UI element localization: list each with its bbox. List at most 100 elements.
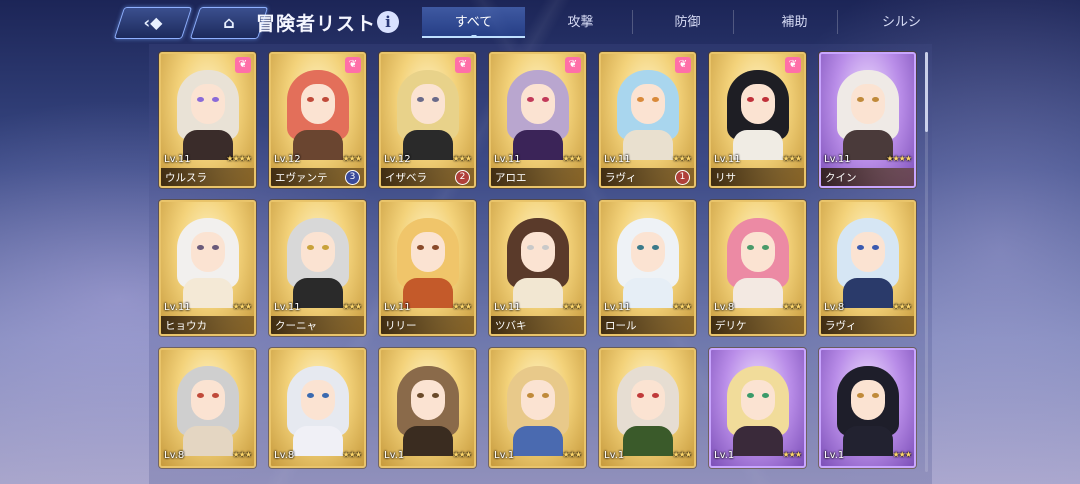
adventurer-card[interactable]: Lv.1 ★★★ bbox=[709, 348, 806, 468]
adventurer-card[interactable]: Lv.1 ★★★ bbox=[379, 348, 476, 468]
level-label: Lv.1 bbox=[604, 450, 625, 461]
paw-icon: ❦ bbox=[235, 57, 251, 73]
portrait-face bbox=[410, 380, 445, 420]
level-label: Lv.11 bbox=[714, 154, 741, 165]
rarity-stars: ★★★ bbox=[232, 302, 251, 311]
adventurer-card[interactable]: Lv.1 ★★★ bbox=[489, 348, 586, 468]
adventurer-card[interactable]: ❦ Lv.11 ★★★★ ウルスラ bbox=[159, 52, 256, 188]
portrait-eye bbox=[871, 97, 879, 102]
character-name: ラヴィ bbox=[605, 172, 637, 184]
adventurer-card[interactable]: Lv.11 ★★★ ロール bbox=[599, 200, 696, 336]
character-portrait bbox=[286, 70, 349, 160]
level-label: Lv.8 bbox=[824, 302, 845, 313]
portrait-eye bbox=[871, 245, 879, 250]
tab-shirushi[interactable]: シルシ bbox=[850, 7, 953, 38]
level-row: Lv.11 ★★★ bbox=[491, 302, 584, 316]
level-row: Lv.12 ★★★ bbox=[271, 154, 364, 168]
character-portrait bbox=[286, 366, 349, 456]
tab-divider bbox=[733, 10, 734, 34]
scrollbar-thumb[interactable] bbox=[925, 52, 928, 132]
adventurer-card[interactable]: ❦ Lv.12 ★★★ イザベラ 2 bbox=[379, 52, 476, 188]
rarity-stars: ★★★ bbox=[892, 450, 911, 459]
portrait-eye bbox=[761, 245, 769, 250]
adventurer-card[interactable]: ❦ Lv.11 ★★★ リサ bbox=[709, 52, 806, 188]
portrait-eye bbox=[321, 245, 329, 250]
count-badge: 3 bbox=[345, 170, 360, 185]
back-button[interactable]: ‹◆ bbox=[113, 7, 193, 39]
adventurer-card[interactable]: Lv.8 ★★★ bbox=[159, 348, 256, 468]
portrait-face bbox=[190, 232, 225, 272]
adventurer-card[interactable]: ❦ Lv.12 ★★★ エヴァンテ 3 bbox=[269, 52, 366, 188]
rarity-stars: ★★★ bbox=[672, 302, 691, 311]
portrait-eye bbox=[416, 245, 424, 250]
portrait-eye bbox=[431, 97, 439, 102]
level-row: Lv.11 ★★★★ bbox=[821, 154, 914, 168]
level-row: Lv.11 ★★★ bbox=[381, 302, 474, 316]
level-label: Lv.11 bbox=[274, 302, 301, 313]
character-name: ラヴィ bbox=[825, 320, 857, 332]
scrollbar[interactable] bbox=[925, 52, 928, 472]
character-name: クイン bbox=[825, 172, 857, 184]
level-row: Lv.11 ★★★ bbox=[601, 154, 694, 168]
tab-all[interactable]: すべて bbox=[422, 7, 525, 38]
adventurer-card[interactable]: Lv.8 ★★★ bbox=[269, 348, 366, 468]
character-name: ウルスラ bbox=[165, 172, 207, 184]
character-name: イザベラ bbox=[385, 172, 427, 184]
level-label: Lv.8 bbox=[164, 450, 185, 461]
level-label: Lv.11 bbox=[604, 154, 631, 165]
portrait-eye bbox=[306, 97, 314, 102]
adventurer-card[interactable]: Lv.8 ★★★ ラヴィ bbox=[819, 200, 916, 336]
count-badge: 1 bbox=[675, 170, 690, 185]
portrait-face bbox=[190, 380, 225, 420]
rarity-stars: ★★★ bbox=[232, 450, 251, 459]
adventurer-card[interactable]: Lv.11 ★★★★ クイン bbox=[819, 52, 916, 188]
level-label: Lv.11 bbox=[164, 154, 191, 165]
adventurer-card[interactable]: Lv.11 ★★★ クーニャ bbox=[269, 200, 366, 336]
adventurer-card[interactable]: Lv.11 ★★★ ツバキ bbox=[489, 200, 586, 336]
adventurer-card[interactable]: Lv.1 ★★★ bbox=[819, 348, 916, 468]
home-icon: ⌂ bbox=[223, 13, 235, 32]
adventurer-card[interactable]: ❦ Lv.11 ★★★ アロエ bbox=[489, 52, 586, 188]
rarity-stars: ★★★ bbox=[452, 450, 471, 459]
tab-defense[interactable]: 防御 bbox=[636, 7, 739, 38]
portrait-eye bbox=[856, 245, 864, 250]
portrait-eye bbox=[211, 393, 219, 398]
portrait-eye bbox=[636, 97, 644, 102]
character-portrait bbox=[176, 70, 239, 160]
adventurer-card[interactable]: ❦ Lv.11 ★★★ ラヴィ 1 bbox=[599, 52, 696, 188]
adventurer-card[interactable]: Lv.11 ★★★ リリー bbox=[379, 200, 476, 336]
tab-divider bbox=[632, 10, 633, 34]
character-portrait bbox=[286, 218, 349, 308]
portrait-eye bbox=[541, 97, 549, 102]
portrait-eye bbox=[541, 245, 549, 250]
portrait-face bbox=[630, 84, 665, 124]
level-row: Lv.8 ★★★ bbox=[711, 302, 804, 316]
level-row: Lv.8 ★★★ bbox=[821, 302, 914, 316]
info-button[interactable]: i bbox=[377, 11, 399, 33]
portrait-face bbox=[850, 380, 885, 420]
portrait-face bbox=[520, 380, 555, 420]
level-row: Lv.11 ★★★ bbox=[161, 302, 254, 316]
name-bar: ラヴィ bbox=[821, 316, 914, 334]
tab-attack[interactable]: 攻撃 bbox=[529, 7, 632, 38]
portrait-face bbox=[740, 84, 775, 124]
portrait-eye bbox=[526, 97, 534, 102]
character-portrait bbox=[176, 366, 239, 456]
adventurer-card[interactable]: Lv.8 ★★★ デリケ bbox=[709, 200, 806, 336]
portrait-eye bbox=[651, 393, 659, 398]
level-row: Lv.11 ★★★ bbox=[601, 302, 694, 316]
paw-icon: ❦ bbox=[565, 57, 581, 73]
name-bar: ツバキ bbox=[491, 316, 584, 334]
level-label: Lv.11 bbox=[384, 302, 411, 313]
rarity-stars: ★★★ bbox=[562, 450, 581, 459]
portrait-face bbox=[740, 232, 775, 272]
adventurer-card[interactable]: Lv.1 ★★★ bbox=[599, 348, 696, 468]
portrait-eye bbox=[856, 393, 864, 398]
portrait-eye bbox=[636, 393, 644, 398]
portrait-face bbox=[190, 84, 225, 124]
portrait-eye bbox=[416, 393, 424, 398]
portrait-face bbox=[300, 84, 335, 124]
level-row: Lv.8 ★★★ bbox=[161, 450, 254, 464]
adventurer-card[interactable]: Lv.11 ★★★ ヒョウカ bbox=[159, 200, 256, 336]
tab-support[interactable]: 補助 bbox=[743, 7, 846, 38]
